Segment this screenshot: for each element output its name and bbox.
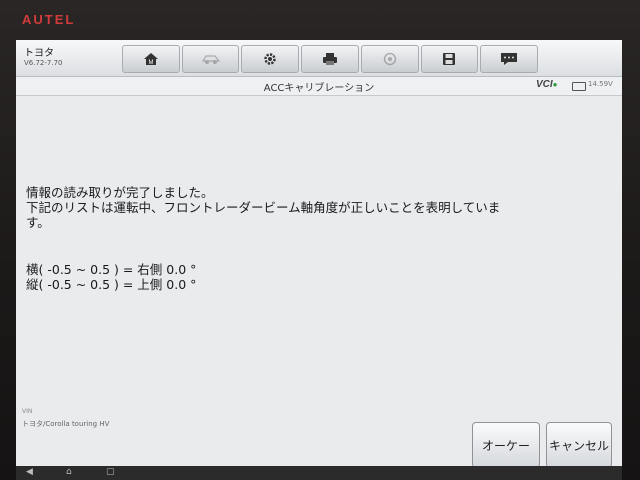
vci-status: VCI● [536,79,558,90]
vin-label: VIN [22,408,33,415]
vehicle-swap-button[interactable] [181,45,240,73]
vci-label: VCI [536,79,553,90]
device-screen: トヨタ V6.72-7.70 M ACCキャリブレーション VCI● 14.59… [16,40,622,480]
vehicle-title: トヨタ [24,48,54,59]
battery-voltage: 14.59V [588,80,613,88]
software-version: V6.72-7.70 [24,59,63,67]
function-header: ACCキャリブレーション VCI● 14.59V [16,77,622,96]
brand-logo: AUTEL [22,12,76,27]
battery-icon [572,82,586,91]
print-button[interactable] [301,45,359,73]
cancel-button[interactable]: キャンセル [546,422,612,468]
settings-button[interactable] [241,45,300,73]
save-button[interactable] [420,45,479,73]
help-button[interactable] [360,45,419,73]
save-icon [443,53,456,65]
ok-button[interactable]: オーケー [472,422,540,468]
message-line: 情報の読み取りが完了しました。 [26,185,214,200]
vehicle-model: トヨタ/Corolla touring HV [22,420,110,428]
recent-apps-icon[interactable]: ▢ [106,467,115,477]
settings-icon [264,53,277,65]
result-message: 情報の読み取りが完了しました。 下記のリストは運転中、フロントレーダービーム軸角… [26,185,606,230]
back-icon[interactable]: ◀ [26,467,33,477]
home-button[interactable]: M [122,45,180,73]
vehicle-swap-icon [201,55,220,64]
page-title: ACCキャリブレーション [263,83,375,94]
home-nav-icon[interactable]: ⌂ [66,467,72,477]
top-toolbar: トヨタ V6.72-7.70 M [16,40,622,77]
vertical-angle-value: 縦( -0.5 ~ 0.5 ) = 上側 0.0 ° [26,277,197,292]
vci-connected-icon: ● [552,80,558,89]
message-line: す。 [26,215,50,230]
print-icon [323,53,338,65]
chat-icon [501,53,518,65]
message-line: 下記のリストは運転中、フロントレーダービーム軸角度が正しいことを表明していま [26,200,501,215]
toolbar-icon-group: M [122,45,539,73]
home-icon: M [143,53,158,66]
chat-button[interactable] [480,45,539,73]
calibration-values: 横( -0.5 ~ 0.5 ) = 右側 0.0 ° 縦( -0.5 ~ 0.5… [26,262,196,292]
help-icon [383,52,396,66]
svg-text:M: M [148,60,153,66]
horizontal-angle-value: 横( -0.5 ~ 0.5 ) = 右側 0.0 ° [26,262,197,277]
vehicle-info: VIN トヨタ/Corolla touring HV [22,408,109,429]
system-navigation-bar: ◀ ⌂ ▢ [16,466,622,480]
